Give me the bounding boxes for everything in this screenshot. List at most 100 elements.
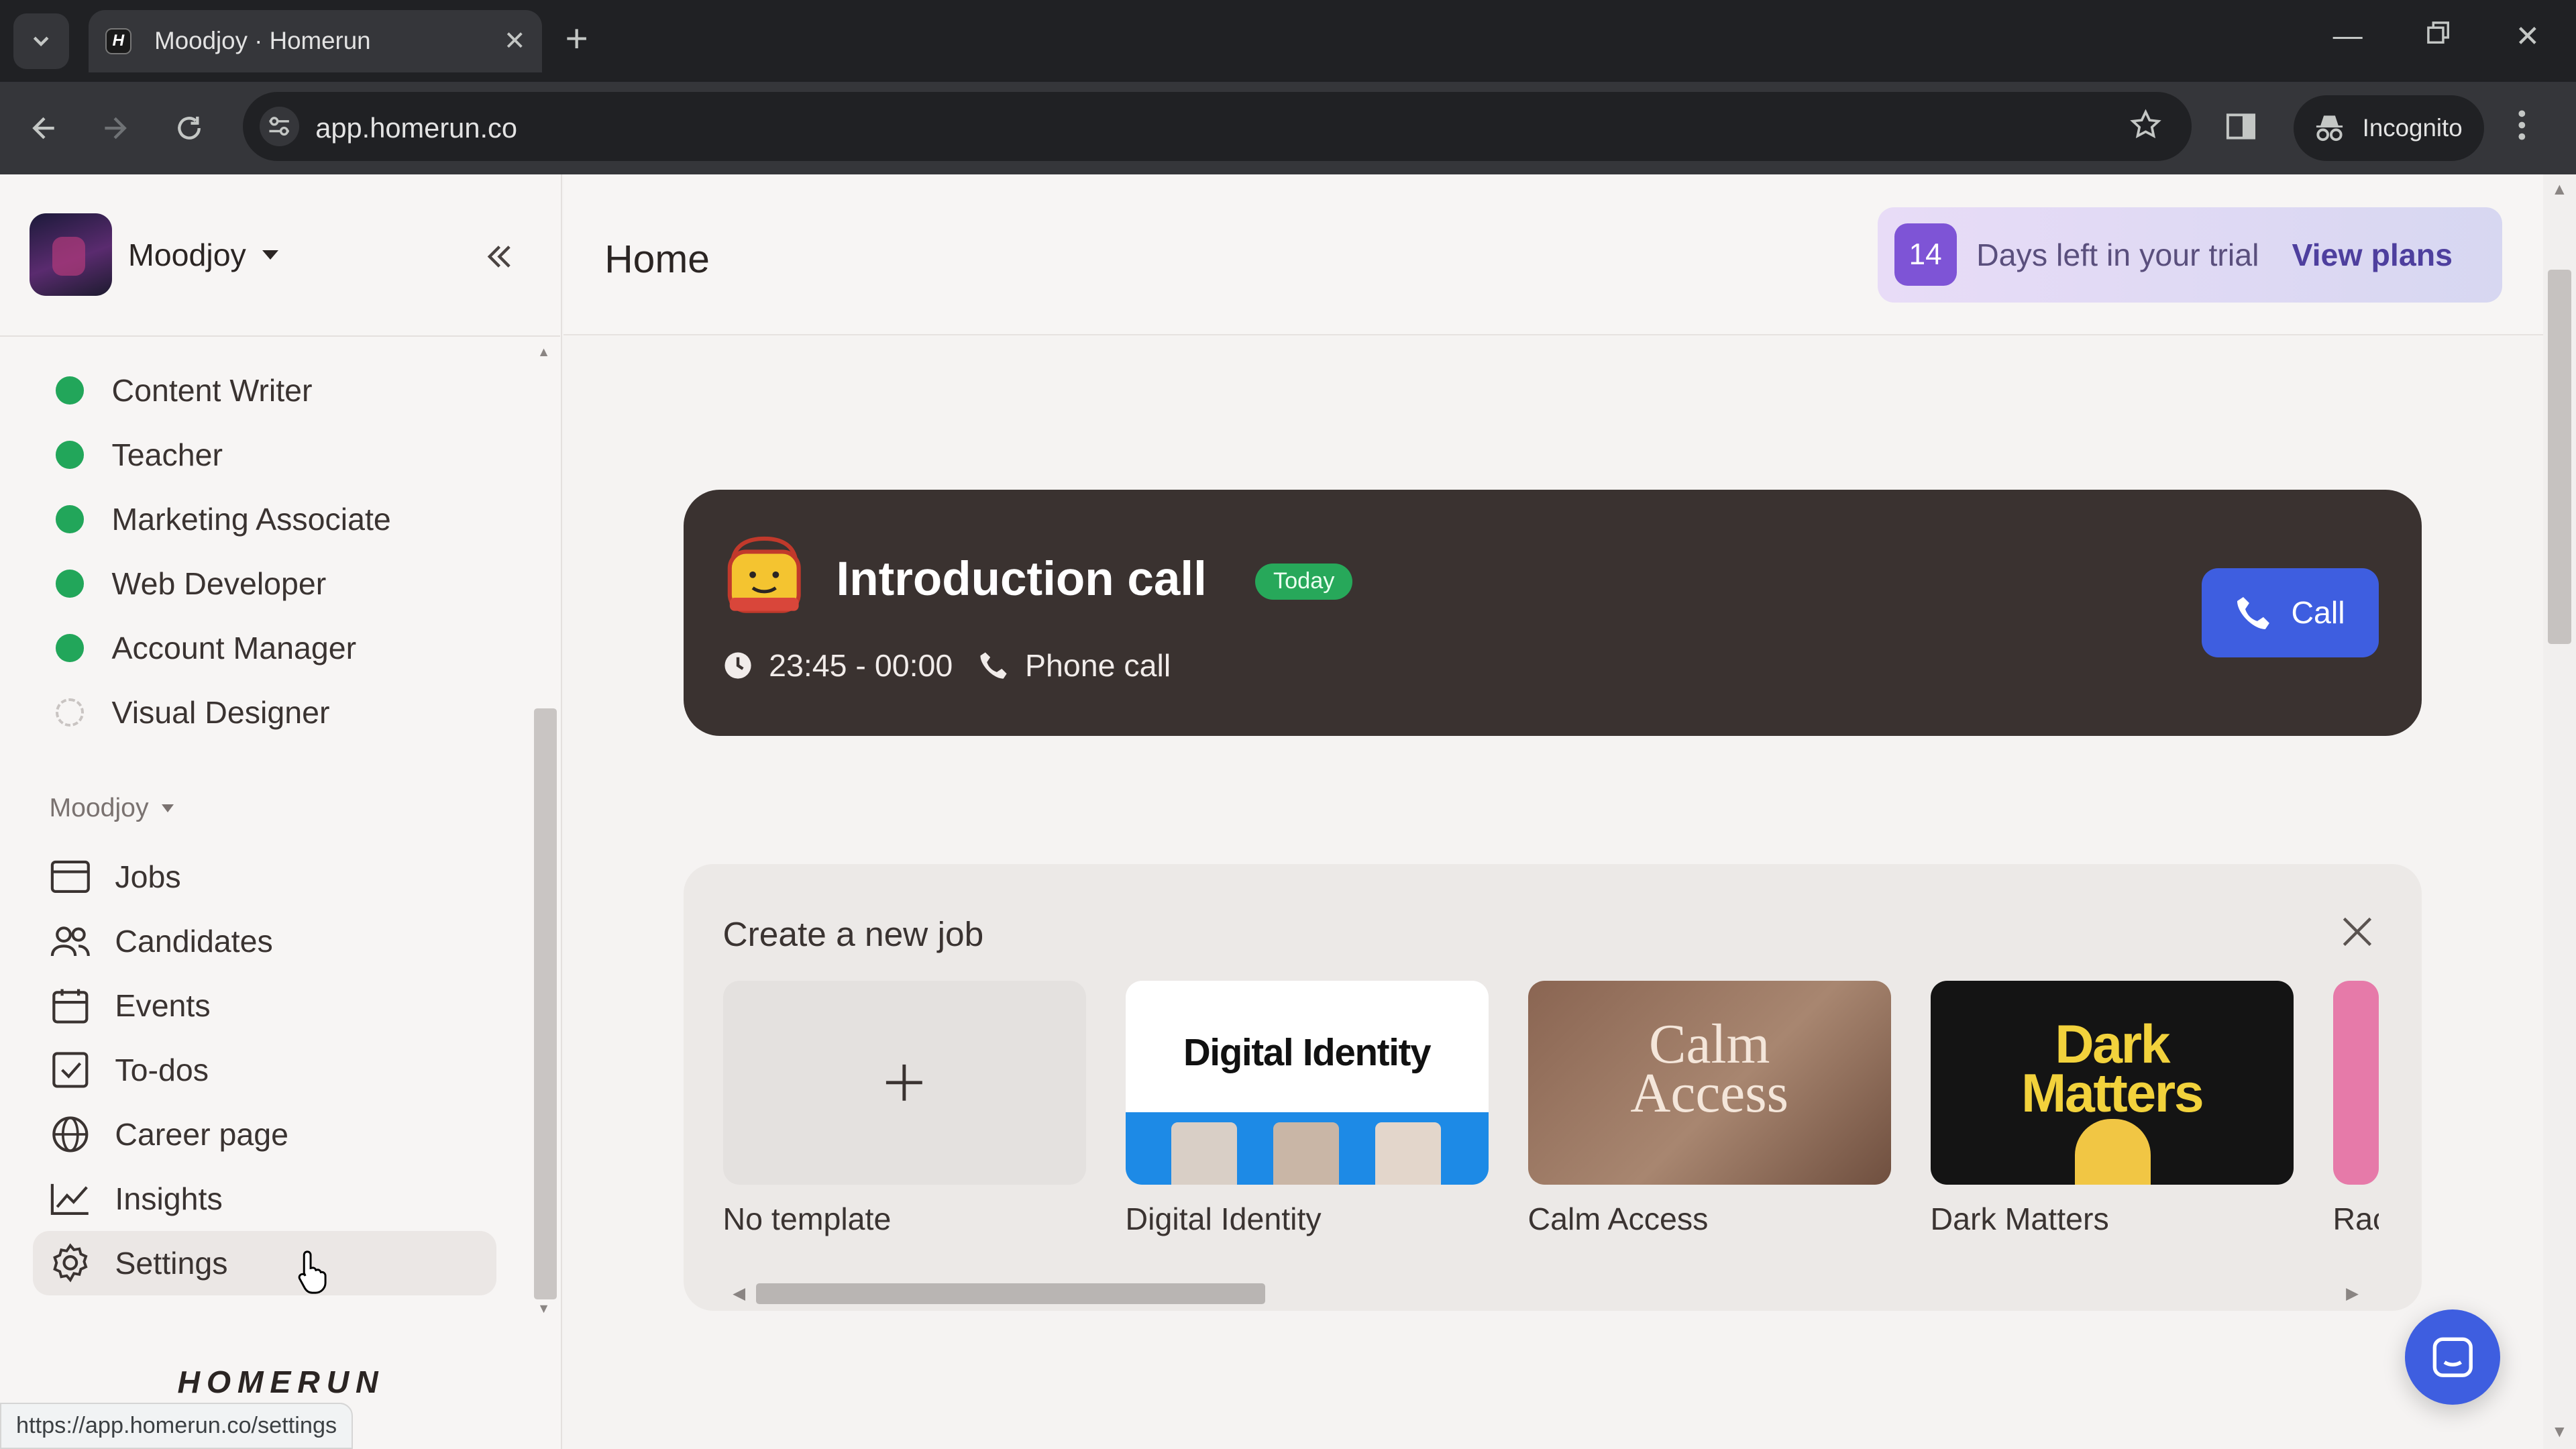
template-no-template[interactable]: No template: [722, 981, 1086, 1237]
minimize-icon[interactable]: —: [2333, 19, 2363, 53]
template-thumb: [2332, 981, 2379, 1185]
sidebar-divider: [0, 335, 561, 337]
scroll-left-arrow-icon[interactable]: ◀: [733, 1283, 745, 1303]
new-tab-button[interactable]: +: [565, 19, 588, 59]
clock-icon: [724, 652, 751, 679]
chart-icon: [51, 1183, 89, 1215]
job-item[interactable]: Account Manager: [56, 616, 391, 680]
arrow-left-icon: [32, 117, 54, 140]
template-rac-partial[interactable]: Rac: [2332, 981, 2379, 1237]
scroll-down-arrow-icon[interactable]: ▼: [537, 1301, 550, 1317]
scroll-up-arrow-icon[interactable]: ▲: [537, 345, 550, 360]
scroll-right-arrow-icon[interactable]: ▶: [2346, 1283, 2359, 1303]
job-label: Teacher: [111, 437, 223, 472]
sidebar-item-label: Events: [115, 987, 211, 1023]
event-type: Phone call: [1024, 647, 1171, 683]
person-photo: [1171, 1122, 1238, 1185]
url-text: app.homerun.co: [315, 111, 518, 144]
back-button[interactable]: [21, 105, 68, 152]
job-label: Marketing Associate: [111, 501, 391, 537]
main-content: Home 14 Days left in your trial View pla…: [564, 174, 2544, 1449]
incognito-indicator[interactable]: Incognito: [2293, 95, 2484, 161]
template-thumb: Calm Access: [1527, 981, 1891, 1185]
template-label: Rac: [2332, 1201, 2379, 1237]
close-window-icon[interactable]: ✕: [2515, 19, 2540, 54]
restore-icon[interactable]: [2425, 19, 2451, 53]
phone-icon: [2237, 596, 2270, 629]
browser-menu-icon[interactable]: [2517, 109, 2527, 148]
workspace-group-toggle[interactable]: Moodjoy: [49, 794, 174, 823]
job-label: Visual Designer: [111, 694, 330, 730]
address-bar[interactable]: app.homerun.co: [243, 92, 2192, 161]
chat-launcher-button[interactable]: [2405, 1309, 2501, 1405]
incognito-label: Incognito: [2362, 113, 2463, 142]
job-label: Web Developer: [111, 566, 327, 601]
template-thumb: [722, 981, 1086, 1185]
sidebar: Moodjoy Content Writer Teacher Marketing…: [0, 174, 562, 1449]
call-label: Call: [2291, 595, 2345, 631]
status-bar-url: https://app.homerun.co/settings: [0, 1403, 354, 1449]
homerun-logo: HOMERUN: [177, 1364, 385, 1399]
person-photo: [1273, 1122, 1339, 1185]
templates-scrollbar[interactable]: ◀ ▶: [723, 1278, 2366, 1307]
sidebar-item-settings[interactable]: Settings: [32, 1230, 496, 1295]
hand-cursor-icon: [298, 1250, 327, 1294]
sidebar-item-jobs[interactable]: Jobs: [33, 845, 496, 909]
collapse-sidebar-icon[interactable]: [483, 240, 516, 280]
sidebar-item-label: To-dos: [115, 1052, 209, 1087]
template-label: Dark Matters: [1930, 1201, 2109, 1237]
page-scrollbar[interactable]: ▲ ▼: [2543, 174, 2576, 1449]
trial-banner: 14 Days left in your trial View plans: [1878, 207, 2502, 303]
sidebar-item-label: Insights: [115, 1181, 223, 1216]
reload-button[interactable]: [166, 105, 212, 152]
bookmark-star-icon[interactable]: [2129, 109, 2162, 148]
create-job-panel: Create a new job No template Digital Ide…: [683, 864, 2422, 1311]
globe-icon: [52, 1116, 89, 1152]
scroll-up-arrow-icon[interactable]: ▲: [2551, 180, 2567, 199]
tab-search-button[interactable]: [13, 13, 69, 69]
sidebar-item-candidates[interactable]: Candidates: [33, 909, 496, 973]
job-item[interactable]: Content Writer: [56, 358, 391, 423]
template-digital-identity[interactable]: Digital Identity Digital Identity: [1125, 981, 1489, 1237]
status-dot-published: [56, 505, 84, 533]
close-tab-icon[interactable]: ✕: [504, 26, 526, 56]
sidebar-scrollbar[interactable]: [533, 708, 557, 1300]
template-label: Calm Access: [1527, 1201, 1709, 1237]
create-job-title: Create a new job: [722, 914, 984, 953]
side-panel-icon[interactable]: [2224, 110, 2257, 150]
job-item[interactable]: Web Developer: [56, 551, 391, 616]
sidebar-item-career-page[interactable]: Career page: [33, 1102, 496, 1167]
status-dot-draft: [56, 698, 84, 727]
scroll-down-arrow-icon[interactable]: ▼: [2551, 1423, 2567, 1442]
job-item[interactable]: Visual Designer: [56, 680, 391, 745]
template-calm-access[interactable]: Calm Access Calm Access: [1527, 981, 1891, 1237]
status-dot-published: [56, 570, 84, 598]
site-settings-icon[interactable]: [259, 107, 299, 146]
event-meta: 23:45 - 00:00 Phone call: [723, 647, 1171, 684]
sidebar-nav: Jobs Candidates Events To-dos Career pag…: [32, 845, 496, 1295]
page-scroll-thumb[interactable]: [2548, 269, 2571, 644]
jobs-icon: [51, 860, 91, 893]
group-label: Moodjoy: [49, 793, 149, 822]
workspace-switcher[interactable]: Moodjoy: [30, 213, 279, 296]
close-icon[interactable]: [2339, 914, 2375, 957]
status-dot-published: [56, 376, 84, 405]
forward-button[interactable]: [92, 105, 138, 152]
template-dark-matters[interactable]: Dark Matters Dark Matters: [1930, 981, 2294, 1237]
sidebar-item-todos[interactable]: To-dos: [33, 1038, 496, 1102]
template-thumb: Digital Identity: [1125, 981, 1489, 1185]
upcoming-event-card: Introduction call Today 23:45 - 00:00 Ph…: [683, 489, 2422, 737]
template-label: No template: [722, 1201, 892, 1237]
templates-scroll-thumb[interactable]: [755, 1283, 1265, 1305]
view-plans-link[interactable]: View plans: [2292, 237, 2453, 273]
workspace-name: Moodjoy: [128, 237, 246, 272]
chat-icon: [2432, 1337, 2473, 1377]
job-item[interactable]: Marketing Associate: [56, 487, 391, 551]
sidebar-item-insights[interactable]: Insights: [33, 1167, 496, 1231]
candidates-icon: [51, 926, 91, 956]
sidebar-item-events[interactable]: Events: [33, 973, 496, 1038]
job-item[interactable]: Teacher: [56, 423, 391, 487]
browser-tab[interactable]: H Moodjoy · Homerun ✕: [89, 9, 543, 72]
call-button[interactable]: Call: [2201, 568, 2379, 657]
job-list: Content Writer Teacher Marketing Associa…: [56, 358, 391, 745]
